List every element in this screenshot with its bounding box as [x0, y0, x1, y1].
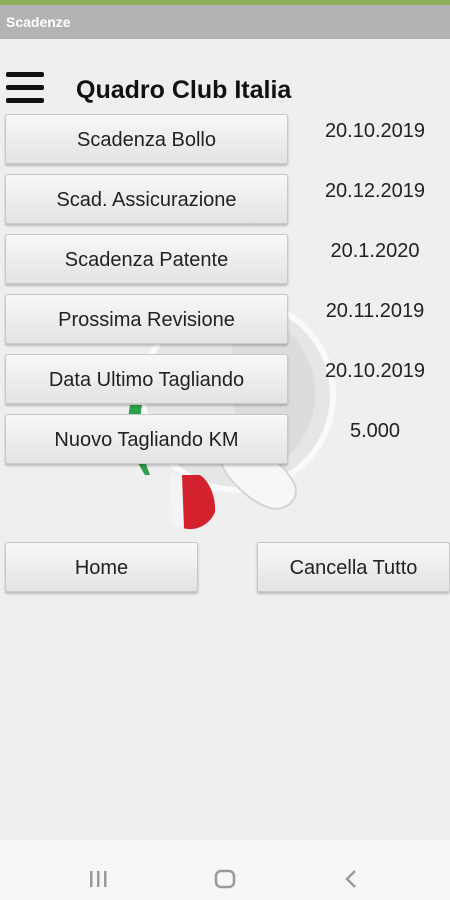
scadenza-assicurazione-value: 20.12.2019 — [324, 180, 426, 202]
scadenza-bollo-button[interactable]: Scadenza Bollo — [5, 114, 288, 164]
scadenza-bollo-value: 20.10.2019 — [324, 120, 426, 142]
scadenza-patente-value: 20.1.2020 — [330, 240, 420, 262]
recent-apps-icon[interactable] — [73, 850, 123, 890]
window-title: Scadenze — [6, 14, 71, 30]
prossima-revisione-value: 20.11.2019 — [325, 300, 425, 322]
ultimo-tagliando-value: 20.10.2019 — [324, 360, 426, 382]
home-circle-icon[interactable] — [200, 850, 250, 890]
nuovo-tagliando-km-button[interactable]: Nuovo Tagliando KM — [5, 414, 288, 464]
cancella-tutto-button[interactable]: Cancella Tutto — [257, 542, 450, 592]
hamburger-menu-icon[interactable] — [6, 72, 44, 104]
nuovo-tagliando-km-value: 5.000 — [349, 420, 401, 442]
page-title: Quadro Club Italia — [76, 76, 292, 104]
prossima-revisione-button[interactable]: Prossima Revisione — [5, 294, 288, 344]
window-title-bar: Scadenze — [0, 5, 450, 39]
back-chevron-icon[interactable] — [326, 850, 376, 890]
system-navigation-bar — [0, 840, 450, 900]
ultimo-tagliando-button[interactable]: Data Ultimo Tagliando — [5, 354, 288, 404]
scadenza-patente-button[interactable]: Scadenza Patente — [5, 234, 288, 284]
home-button[interactable]: Home — [5, 542, 198, 592]
scadenza-assicurazione-button[interactable]: Scad. Assicurazione — [5, 174, 288, 224]
